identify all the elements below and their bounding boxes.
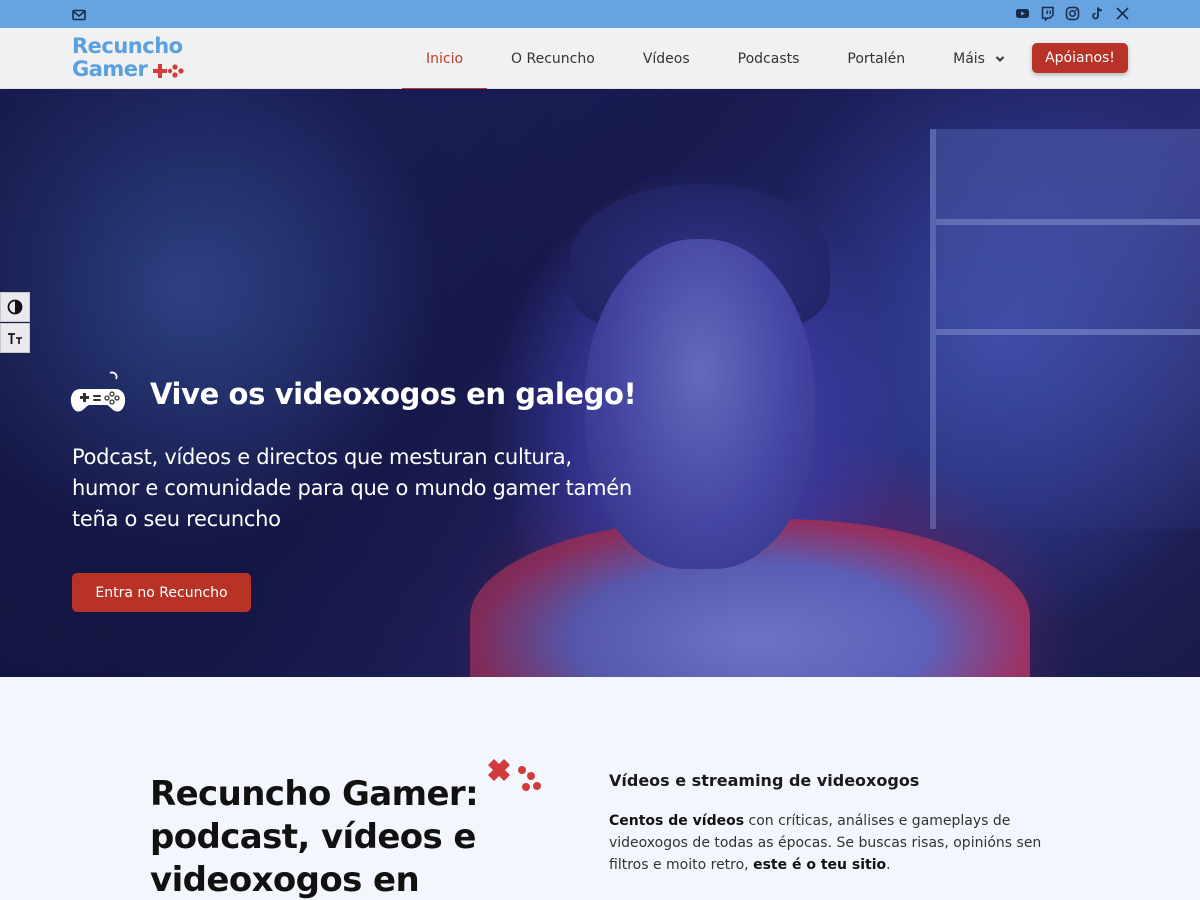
nav-item-mais-label: Máis xyxy=(953,50,985,67)
site-header: Recuncho Gamer Inicio O Recuncho Vídeos … xyxy=(0,28,1200,90)
hero-heading: Vive os videoxogos en galego! xyxy=(70,369,637,419)
videos-count-highlight: Centos de vídeos xyxy=(609,813,745,829)
support-button[interactable]: Apóianos! xyxy=(1032,43,1128,73)
nav-item-inicio[interactable]: Inicio xyxy=(402,28,488,90)
twitch-icon[interactable] xyxy=(1040,6,1055,22)
nav-item-mais[interactable]: Máis xyxy=(929,28,1029,89)
contrast-icon xyxy=(7,299,23,315)
contrast-toggle-button[interactable] xyxy=(0,292,30,322)
nav-item-o-recuncho[interactable]: O Recuncho xyxy=(487,28,619,89)
main-nav: Inicio O Recuncho Vídeos Podcasts Portal… xyxy=(402,28,1029,90)
hero-title: Vive os videoxogos en galego! xyxy=(150,377,637,411)
enter-button[interactable]: Entra no Recuncho xyxy=(72,573,251,612)
font-size-icon xyxy=(8,333,22,344)
your-place-highlight: este é o teu sitio xyxy=(753,857,887,873)
youtube-icon[interactable] xyxy=(1015,6,1030,21)
envelope-icon[interactable] xyxy=(72,7,86,21)
social-links xyxy=(1015,6,1130,22)
nav-item-podcasts[interactable]: Podcasts xyxy=(714,28,824,89)
nav-item-videos[interactable]: Vídeos xyxy=(619,28,714,89)
instagram-icon[interactable] xyxy=(1065,6,1080,21)
gamepad-icon xyxy=(70,371,126,412)
font-size-button[interactable] xyxy=(0,323,30,353)
site-logo[interactable]: Recuncho Gamer xyxy=(72,35,192,83)
top-bar xyxy=(0,0,1200,28)
x-icon[interactable] xyxy=(1115,6,1130,21)
about-section: Recuncho Gamer: podcast, vídeos e videox… xyxy=(0,677,1200,900)
hero-banner: Vive os videoxogos en galego! Podcast, v… xyxy=(0,89,1200,677)
about-title: Recuncho Gamer: podcast, vídeos e videox… xyxy=(150,774,479,900)
hero-subtitle: Podcast, vídeos e directos que mesturan … xyxy=(72,445,632,531)
videos-streaming-text: Centos de vídeos con críticas, análises … xyxy=(609,810,1049,876)
tiktok-icon[interactable] xyxy=(1090,6,1105,21)
videos-streaming-title: Vídeos e streaming de videoxogos xyxy=(609,771,920,790)
text-end: . xyxy=(886,857,891,873)
gamepad-cross-icon xyxy=(153,64,184,78)
logo-line-1: Recuncho xyxy=(72,34,183,58)
chevron-down-icon xyxy=(995,55,1005,62)
nav-item-portalen[interactable]: Portalén xyxy=(823,28,929,89)
